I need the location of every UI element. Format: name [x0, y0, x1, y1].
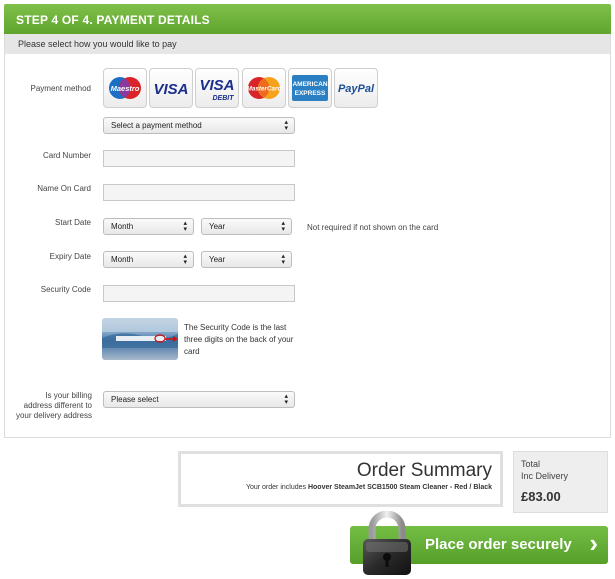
visa-card-option[interactable]: VISA — [149, 68, 193, 108]
billing-select-value: Please select — [111, 395, 159, 404]
start-year-value: Year — [209, 222, 226, 231]
billing-label-line-2: address different to — [23, 401, 92, 410]
payment-method-label: Payment method — [30, 84, 91, 93]
inc-delivery-label: Inc Delivery — [521, 471, 569, 481]
svg-text:VISA: VISA — [199, 77, 234, 94]
order-summary-box: Order Summary Your order includes Hoover… — [178, 451, 503, 507]
start-month-select[interactable]: Month ▴ ▾ — [103, 218, 194, 235]
svg-text:PayPal: PayPal — [338, 83, 375, 95]
billing-address-select[interactable]: Please select ▴ ▾ — [103, 391, 295, 408]
security-code-help: The Security Code is the last three digi… — [184, 323, 294, 356]
expiry-date-label: Expiry Date — [49, 252, 91, 261]
billing-address-label: Is your billing address different to you… — [6, 391, 92, 421]
expiry-month-value: Month — [111, 255, 134, 264]
select-arrows-icon: ▴ ▾ — [183, 253, 187, 266]
total-price: £83.00 — [521, 489, 561, 504]
payment-method-select-value: Select a payment method — [111, 121, 202, 130]
svg-text:MasterCard: MasterCard — [247, 86, 282, 93]
svg-text:EXPRESS: EXPRESS — [295, 90, 326, 97]
name-on-card-label: Name On Card — [37, 184, 91, 193]
order-summary-product: Hoover SteamJet SCB1500 Steam Cleaner - … — [307, 484, 492, 491]
visa-debit-card-option[interactable]: VISA DEBIT — [195, 68, 239, 108]
order-summary-prefix: Your order includes — [245, 484, 307, 491]
visa-icon: VISA — [153, 81, 188, 98]
billing-label-line-1: Is your billing — [45, 391, 92, 400]
security-code-label: Security Code — [40, 285, 91, 294]
paypal-card-option[interactable]: PayPal — [334, 68, 378, 108]
mastercard-icon: MasterCard — [247, 77, 282, 99]
select-arrows-icon: ▴ ▾ — [183, 220, 187, 233]
select-arrows-icon: ▴ ▾ — [284, 393, 288, 406]
start-month-value: Month — [111, 222, 134, 231]
total-label: Total — [521, 459, 541, 469]
payment-form-panel — [4, 54, 611, 438]
expiry-year-value: Year — [209, 255, 226, 264]
start-year-select[interactable]: Year ▴ ▾ — [201, 218, 292, 235]
select-arrows-icon: ▴ ▾ — [284, 119, 288, 132]
select-arrows-icon: ▴ ▾ — [281, 253, 285, 266]
start-date-note: Not required if not shown on the card — [307, 223, 439, 232]
expiry-month-select[interactable]: Month ▴ ▾ — [103, 251, 194, 268]
svg-text:AMERICAN: AMERICAN — [292, 81, 327, 88]
padlock-icon — [363, 511, 411, 575]
card-back-illustration — [102, 318, 178, 360]
svg-text:Maestro: Maestro — [111, 84, 140, 93]
order-total-box: Total Inc Delivery £83.00 — [513, 451, 608, 513]
amex-card-option[interactable]: AMERICAN EXPRESS — [288, 68, 332, 108]
payment-method-select[interactable]: Select a payment method ▴ ▾ — [103, 117, 295, 134]
mastercard-card-option[interactable]: MasterCard — [242, 68, 286, 108]
visa-debit-icon: VISA DEBIT — [199, 77, 235, 102]
step-title: STEP 4 OF 4. PAYMENT DETAILS — [16, 13, 210, 27]
security-code-input[interactable] — [103, 285, 295, 302]
card-number-label: Card Number — [42, 151, 91, 160]
expiry-year-select[interactable]: Year ▴ ▾ — [201, 251, 292, 268]
order-summary-line: Your order includes Hoover SteamJet SCB1… — [246, 484, 492, 491]
card-back-image — [102, 318, 178, 348]
step-header: STEP 4 OF 4. PAYMENT DETAILS — [4, 4, 611, 34]
card-number-input[interactable] — [103, 150, 295, 167]
place-order-label: Place order securely — [425, 536, 572, 553]
billing-label-line-3: your delivery address — [15, 411, 92, 420]
select-arrows-icon: ▴ ▾ — [281, 220, 285, 233]
name-on-card-input[interactable] — [103, 184, 295, 201]
maestro-card-option[interactable]: Maestro — [103, 68, 147, 108]
paypal-icon: PayPal — [338, 83, 375, 95]
start-date-label: Start Date — [54, 218, 91, 227]
subheader-text: Please select how you would like to pay — [18, 39, 177, 49]
maestro-icon: Maestro — [109, 77, 141, 99]
svg-text:DEBIT: DEBIT — [213, 95, 235, 102]
order-summary-title: Order Summary — [356, 460, 492, 481]
svg-text:VISA: VISA — [153, 81, 188, 98]
chevron-right-icon: › — [589, 528, 598, 558]
amex-icon: AMERICAN EXPRESS — [292, 75, 328, 101]
payment-subheader: Please select how you would like to pay — [4, 34, 611, 54]
